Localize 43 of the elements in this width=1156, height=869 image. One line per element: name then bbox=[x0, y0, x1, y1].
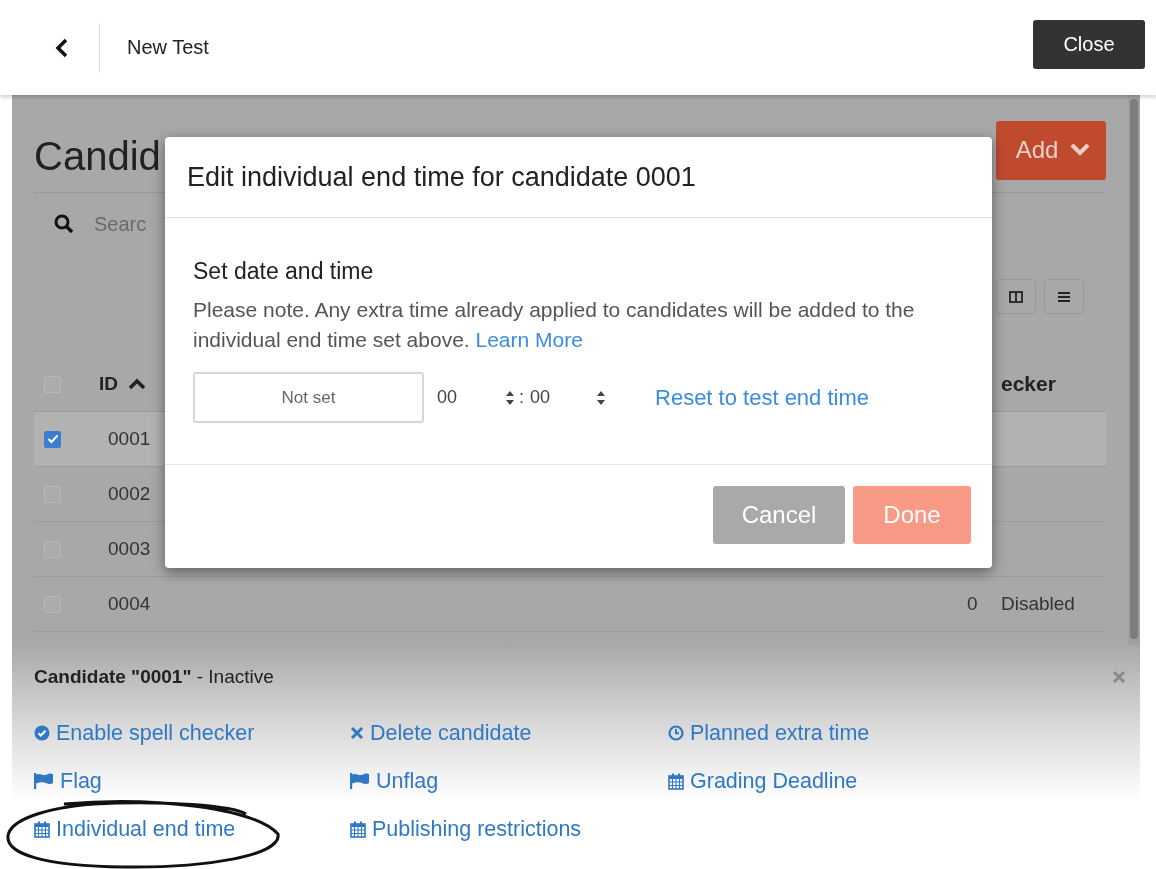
columns-icon bbox=[1009, 290, 1023, 303]
action-link[interactable]: Delete candidate bbox=[350, 720, 532, 746]
reset-link[interactable]: Reset to test end time bbox=[655, 384, 869, 411]
time-separator: : bbox=[519, 387, 524, 408]
dialog-title: Edit individual end time for candidate 0001 bbox=[165, 137, 992, 218]
list-icon bbox=[1057, 290, 1071, 303]
list-view-button[interactable] bbox=[1044, 279, 1084, 314]
cancel-button[interactable]: Cancel bbox=[713, 486, 845, 544]
action-link[interactable]: Enable spell checker bbox=[34, 720, 255, 746]
scrollbar[interactable] bbox=[1130, 99, 1138, 639]
minute-select[interactable]: 00 bbox=[530, 377, 610, 418]
close-icon[interactable] bbox=[1112, 670, 1126, 684]
note-text: Please note. Any extra time already applied to candidates will be added to the individual end time set above. Learn More bbox=[193, 297, 916, 353]
page-title: New Test bbox=[127, 36, 210, 59]
hour-select[interactable]: 00 bbox=[437, 377, 519, 418]
action-link[interactable]: Individual end time bbox=[34, 816, 236, 842]
action-link[interactable]: Publishing restrictions bbox=[350, 816, 582, 842]
add-button[interactable]: Add bbox=[996, 120, 1106, 180]
table-cell: 0001 bbox=[108, 428, 151, 450]
action-link[interactable]: Unflag bbox=[350, 768, 439, 794]
section-heading: Set date and time bbox=[193, 258, 375, 285]
section-heading: Candid bbox=[34, 133, 161, 179]
table-cell: 0002 bbox=[108, 483, 151, 505]
close-button[interactable]: Close bbox=[1033, 20, 1145, 69]
spinner-arrows-icon bbox=[505, 389, 515, 406]
table-cell: 0003 bbox=[108, 538, 151, 560]
date-field[interactable]: Not set bbox=[193, 372, 424, 423]
learn-more-link[interactable]: Learn More bbox=[475, 328, 583, 351]
search-field[interactable]: Searc bbox=[94, 212, 147, 236]
spinner-arrows-icon bbox=[596, 389, 606, 406]
chevron-down-icon bbox=[1070, 143, 1091, 157]
action-link[interactable]: Grading Deadline bbox=[668, 768, 858, 794]
action-link[interactable]: Planned extra time bbox=[668, 720, 870, 746]
column-header[interactable]: ID bbox=[99, 373, 146, 395]
column-header[interactable]: ecker bbox=[1001, 372, 1106, 396]
search-icon bbox=[54, 214, 74, 234]
table-cell-text: 0 bbox=[967, 593, 979, 615]
checkbox[interactable] bbox=[44, 430, 61, 448]
columns-view-button[interactable] bbox=[996, 279, 1036, 314]
panel-title: Candidate "0001" - Inactive bbox=[34, 666, 274, 688]
table-cell: 0004 bbox=[108, 593, 151, 615]
table-cell-text: Disabled bbox=[1001, 593, 1076, 615]
action-link[interactable]: Flag bbox=[34, 768, 102, 794]
